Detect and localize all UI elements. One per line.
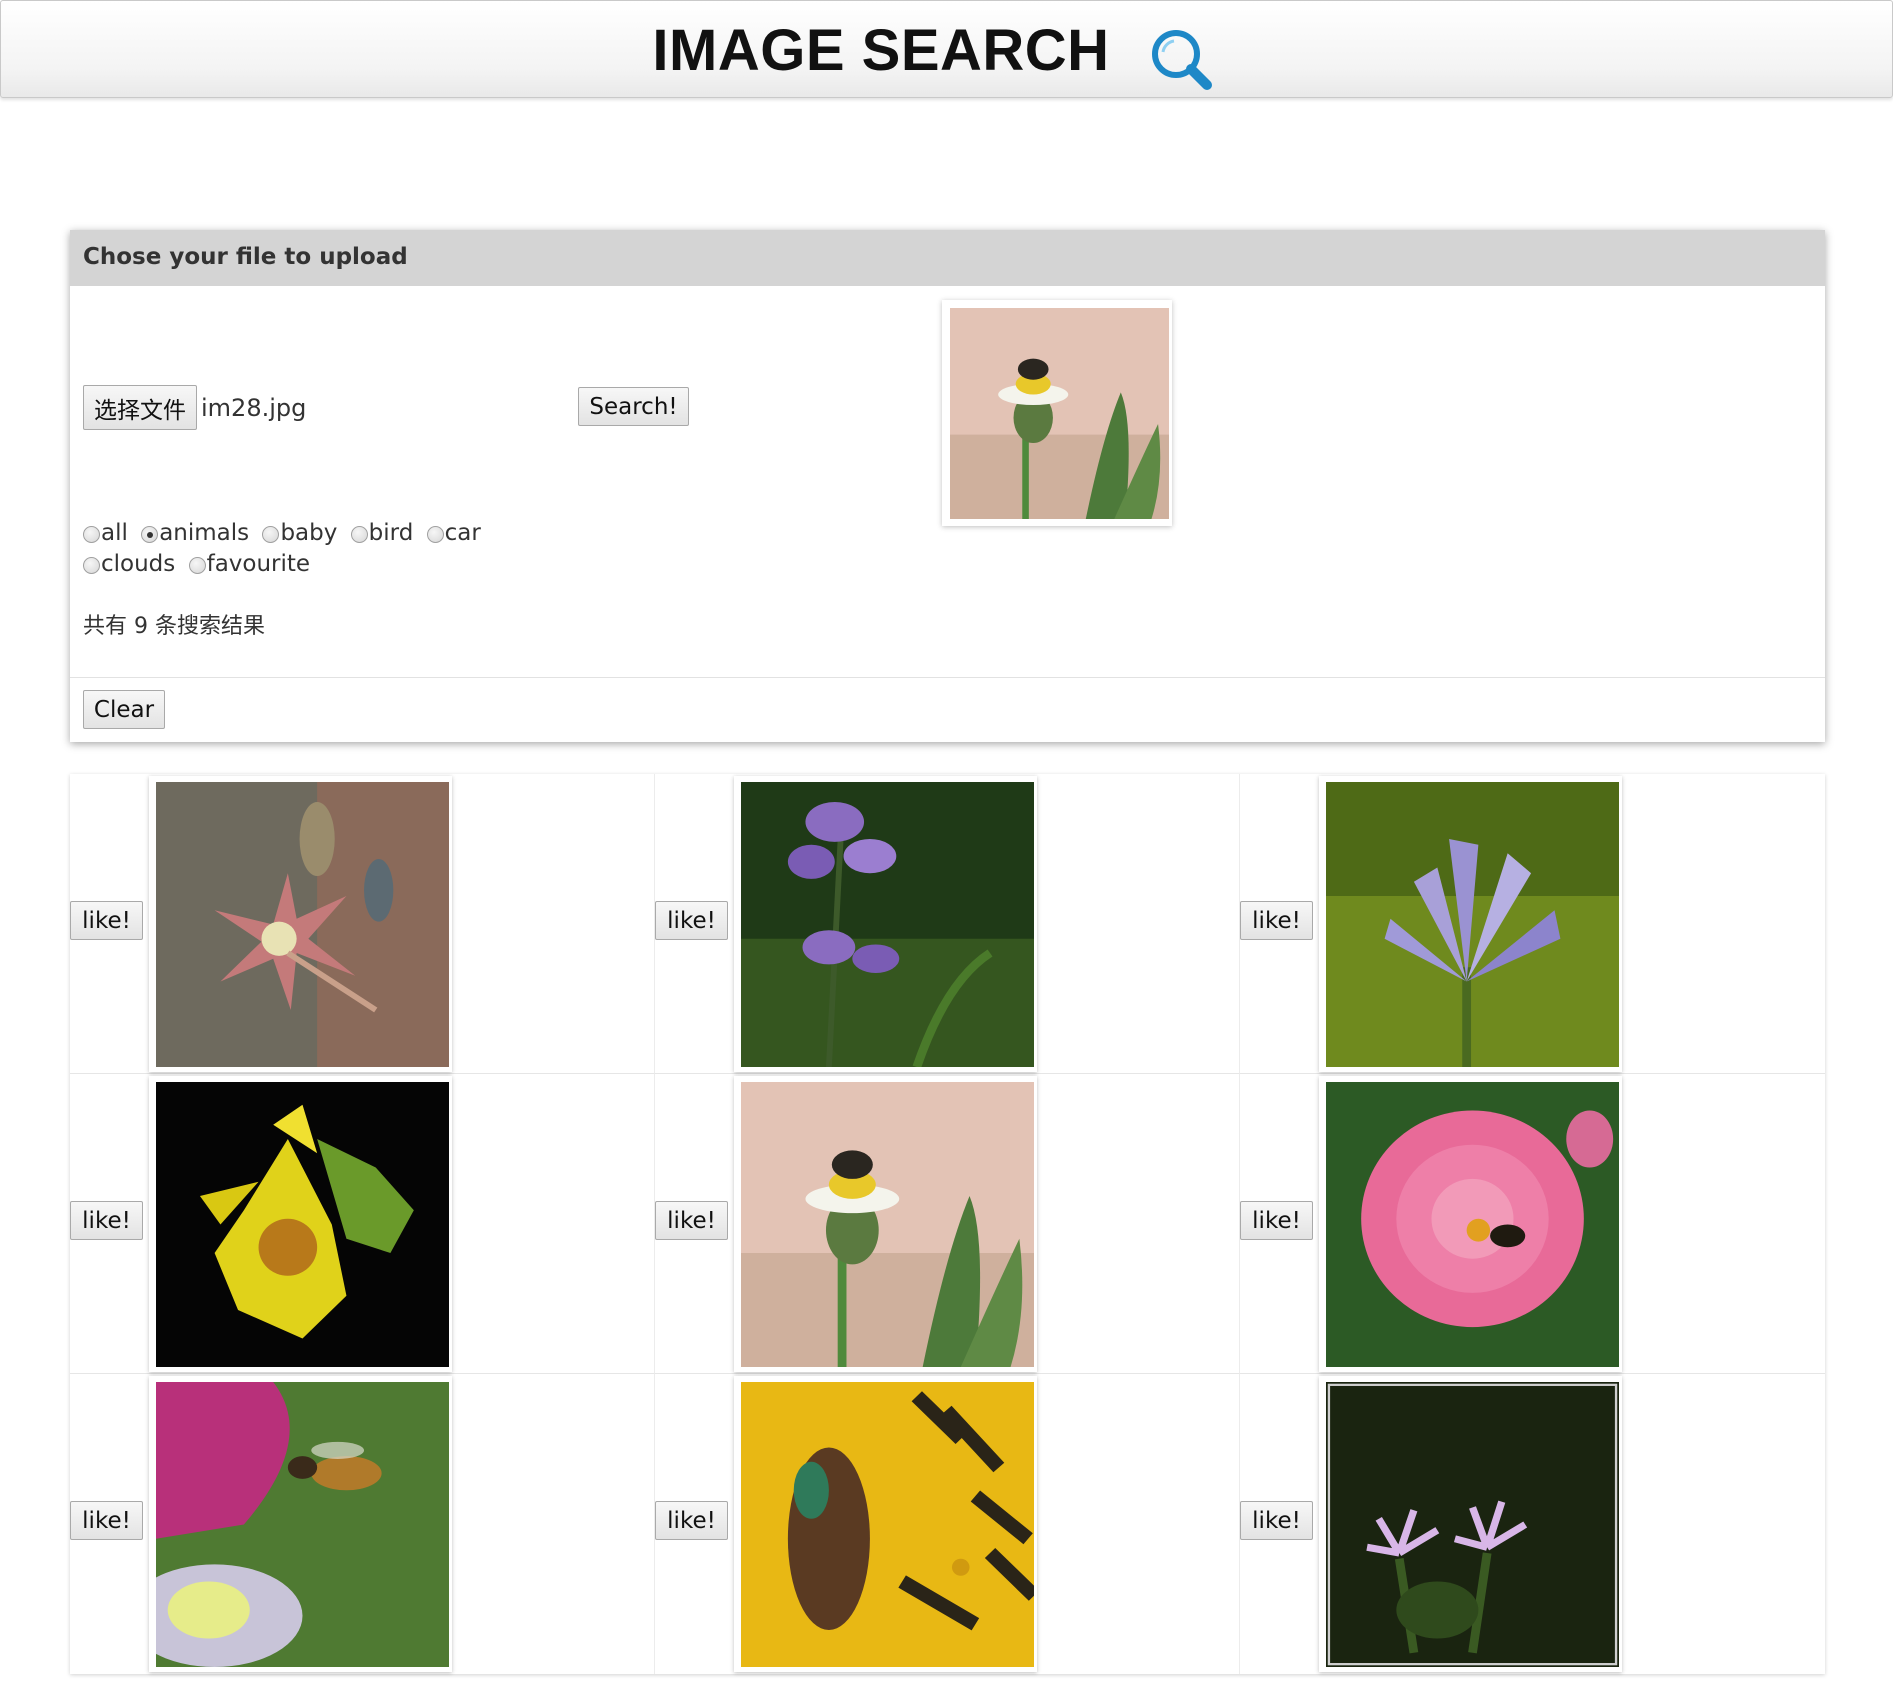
beetle-in-yellow-flower-image	[741, 1382, 1034, 1667]
flower-with-bee-image	[741, 1082, 1034, 1367]
spotted-star-flower-image	[156, 782, 449, 1067]
radio-button-selected[interactable]	[141, 526, 159, 543]
like-button[interactable]: like!	[1240, 901, 1313, 940]
result-item: like!	[1240, 1074, 1825, 1374]
clear-button[interactable]: Clear	[83, 690, 165, 729]
result-item: like!	[1240, 1374, 1825, 1674]
category-option-favourite[interactable]: favourite	[188, 549, 310, 580]
upload-panel-heading: Chose your file to upload	[70, 230, 1825, 286]
radio-button[interactable]	[83, 526, 100, 543]
radio-button[interactable]	[83, 557, 100, 574]
yellow-sunflower-image	[156, 1082, 449, 1367]
category-radio-group: all animals baby bird car clouds favouri…	[83, 518, 583, 580]
like-button[interactable]: like!	[70, 1201, 143, 1240]
results-grid: like! like! like! like! like! like! like…	[70, 774, 1825, 1674]
purple-wildflower-image	[1326, 1382, 1619, 1667]
result-item: like!	[70, 1374, 655, 1674]
radio-button[interactable]	[350, 526, 368, 543]
category-option-clouds[interactable]: clouds	[83, 549, 175, 580]
like-button[interactable]: like!	[70, 901, 143, 940]
result-item: like!	[70, 1074, 655, 1374]
category-option-animals[interactable]: animals	[141, 518, 249, 549]
result-item: like!	[655, 1374, 1240, 1674]
result-image[interactable]	[1319, 776, 1622, 1072]
category-option-bird[interactable]: bird	[350, 518, 413, 549]
like-button[interactable]: like!	[655, 1201, 728, 1240]
result-item: like!	[655, 774, 1240, 1074]
search-icon[interactable]	[1149, 27, 1215, 93]
result-count-text: 共有 9 条搜索结果	[83, 614, 265, 639]
category-option-all[interactable]: all	[83, 518, 128, 549]
result-image[interactable]	[734, 776, 1037, 1072]
selected-file-name: im28.jpg	[201, 394, 307, 422]
panel-divider	[70, 677, 1825, 678]
app-header: IMAGE SEARCH	[0, 0, 1893, 98]
result-image[interactable]	[149, 1076, 452, 1372]
result-image[interactable]	[149, 776, 452, 1072]
pink-dahlia-with-bee-image	[1326, 1082, 1619, 1367]
search-button[interactable]: Search!	[578, 387, 689, 426]
lavender-lily-image	[1326, 782, 1619, 1067]
upload-panel: Chose your file to upload 选择文件 im28.jpg …	[70, 230, 1825, 742]
radio-button[interactable]	[188, 557, 206, 574]
query-image-preview	[942, 300, 1172, 526]
radio-button[interactable]	[426, 526, 444, 543]
result-image[interactable]	[1319, 1076, 1622, 1372]
choose-file-button[interactable]: 选择文件	[83, 385, 197, 430]
category-option-baby[interactable]: baby	[262, 518, 337, 549]
result-image[interactable]	[734, 1376, 1037, 1672]
result-item: like!	[1240, 774, 1825, 1074]
purple-bluebell-image	[741, 782, 1034, 1067]
page-title: IMAGE SEARCH	[652, 18, 1110, 83]
radio-button[interactable]	[262, 526, 280, 543]
like-button[interactable]: like!	[70, 1501, 143, 1540]
result-image[interactable]	[149, 1376, 452, 1672]
flower-with-bee-image	[950, 308, 1169, 519]
like-button[interactable]: like!	[1240, 1501, 1313, 1540]
honeybee-on-flower-image	[156, 1382, 449, 1667]
like-button[interactable]: like!	[1240, 1201, 1313, 1240]
result-image[interactable]	[734, 1076, 1037, 1372]
like-button[interactable]: like!	[655, 1501, 728, 1540]
result-item: like!	[70, 774, 655, 1074]
result-item: like!	[655, 1074, 1240, 1374]
result-image[interactable]	[1319, 1376, 1622, 1672]
category-option-car[interactable]: car	[426, 518, 481, 549]
like-button[interactable]: like!	[655, 901, 728, 940]
